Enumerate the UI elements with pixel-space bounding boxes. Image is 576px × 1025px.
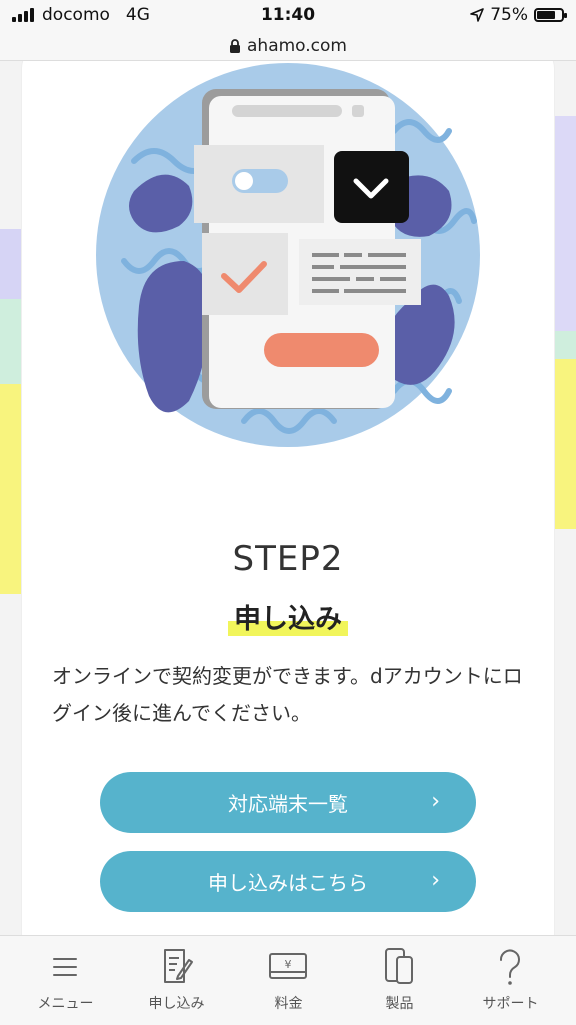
bottom-tab-bar: メニュー 申し込み ¥ 料金 製品 サポート xyxy=(0,935,576,1025)
svg-text:¥: ¥ xyxy=(285,958,292,971)
tab-application-label: 申し込み xyxy=(148,996,205,1012)
phone-application-illustration xyxy=(96,63,480,447)
lock-icon xyxy=(230,38,240,53)
tab-support[interactable]: サポート xyxy=(453,936,568,1025)
location-arrow-icon xyxy=(470,8,485,22)
tab-support-label: サポート xyxy=(482,996,539,1012)
tab-price-label: 料金 xyxy=(274,996,303,1012)
application-form-icon xyxy=(164,949,193,983)
page-content[interactable]: STEP2 申し込み オンラインで契約変更ができます。dアカウントにログイン後に… xyxy=(0,61,576,935)
compatible-devices-label: 対応端末一覧 xyxy=(228,792,348,816)
compatible-devices-button[interactable]: 対応端末一覧 › xyxy=(100,772,476,833)
status-bar: docomo 4G 11:40 75% xyxy=(0,0,576,32)
decor-band-lavender-right xyxy=(554,116,576,331)
tab-menu-label: メニュー xyxy=(37,996,94,1012)
battery-percent: 75% xyxy=(490,5,528,25)
decor-band-green-right xyxy=(554,331,576,359)
tab-products[interactable]: 製品 xyxy=(342,936,457,1025)
status-right: 75% xyxy=(470,5,567,25)
decor-band-yellow-left xyxy=(0,384,22,594)
chevron-right-icon: › xyxy=(431,789,440,814)
apply-button[interactable]: 申し込みはこちら › xyxy=(100,851,476,912)
tab-application[interactable]: 申し込み xyxy=(119,936,234,1025)
chevron-right-icon: › xyxy=(431,868,440,893)
apply-label: 申し込みはこちら xyxy=(208,871,368,895)
battery-icon xyxy=(534,8,567,22)
tab-menu[interactable]: メニュー xyxy=(8,936,123,1025)
tab-products-label: 製品 xyxy=(385,996,414,1012)
decor-band-yellow-right xyxy=(554,359,576,529)
step-description: オンラインで契約変更ができます。dアカウントにログイン後に進んでください。 xyxy=(52,664,523,725)
decor-band-green-left xyxy=(0,299,22,384)
menu-icon xyxy=(53,958,77,976)
step-title: 申し込み xyxy=(228,597,348,636)
decor-band-lavender-left xyxy=(0,229,22,299)
step-card: STEP2 申し込み オンラインで契約変更ができます。dアカウントにログイン後に… xyxy=(22,61,554,935)
phones-icon xyxy=(385,948,413,984)
tab-price[interactable]: ¥ 料金 xyxy=(231,936,346,1025)
step-number: STEP2 xyxy=(232,539,344,579)
url-text: ahamo.com xyxy=(247,36,347,56)
yen-price-icon: ¥ xyxy=(269,953,307,979)
address-bar[interactable]: ahamo.com xyxy=(0,32,576,61)
question-icon xyxy=(499,949,520,985)
step-title-wrap: 申し込み xyxy=(22,597,554,636)
